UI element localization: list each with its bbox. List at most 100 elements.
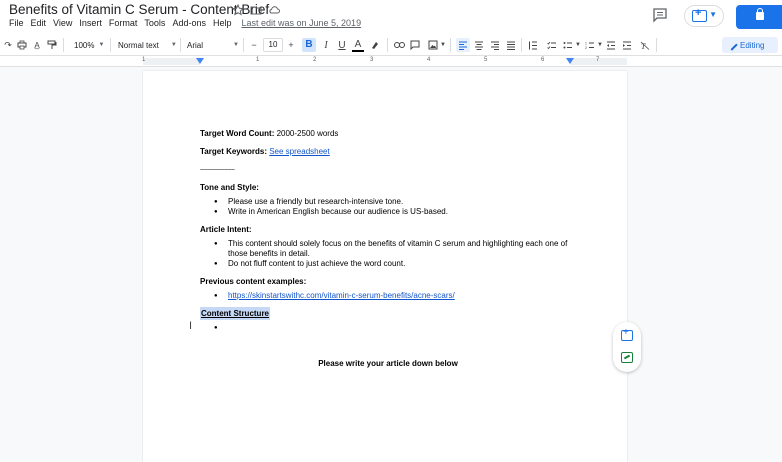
chevron-down-icon[interactable]: ▼ [597, 38, 603, 52]
chevron-down-icon: ▼ [233, 42, 239, 48]
menu-help[interactable]: Help [213, 18, 232, 28]
toolbar: ↷ A̲ 100% ▼ Normal text ▼ Arial ▼ − 10 + B … [0, 34, 782, 56]
font-value: Arial [187, 40, 204, 50]
decrease-font-size-button[interactable]: − [249, 38, 259, 52]
present-button[interactable]: ▼ [684, 5, 724, 27]
increase-indent-icon[interactable] [621, 38, 633, 52]
toolbar-divider [387, 38, 388, 52]
numbered-list-icon[interactable]: 12 [584, 38, 596, 52]
floating-actions [613, 322, 641, 372]
zoom-value: 100% [74, 40, 95, 50]
text-cursor-icon: I [189, 320, 193, 332]
spellcheck-icon[interactable]: A̲ [31, 38, 43, 52]
toolbar-divider [656, 38, 657, 52]
ruler-number: 1 [142, 57, 146, 63]
word-count-label: Target Word Count: [200, 129, 275, 138]
toolbar-divider [450, 38, 451, 52]
ruler[interactable]: 1 1 2 3 4 5 6 7 [0, 56, 782, 67]
last-edit-link[interactable]: Last edit was on June 5, 2019 [241, 18, 361, 28]
document-body[interactable]: Target Word Count: 2000-2500 words Targe… [200, 129, 580, 369]
italic-button[interactable]: I [320, 38, 332, 52]
document-title[interactable]: Benefits of Vitamin C Serum - Content Br… [9, 2, 269, 17]
share-button[interactable] [736, 5, 782, 29]
align-right-icon[interactable] [489, 38, 501, 52]
font-select[interactable]: Arial ▼ [187, 38, 239, 52]
lock-icon [756, 8, 764, 20]
menu-add-ons[interactable]: Add-ons [172, 18, 206, 28]
zoom-select[interactable]: 100% ▼ [74, 38, 104, 52]
list-item: Do not fluff content to just achieve the… [200, 259, 580, 269]
keywords-label: Target Keywords: [200, 147, 267, 156]
clear-formatting-icon[interactable]: T [639, 38, 651, 52]
svg-text:1: 1 [585, 41, 587, 45]
text-color-button[interactable]: A [352, 38, 364, 52]
chevron-down-icon[interactable]: ▼ [440, 38, 446, 52]
link-icon[interactable] [393, 38, 405, 52]
chevron-down-icon: ▼ [170, 42, 177, 48]
ruler-number: 7 [596, 57, 600, 63]
align-center-icon[interactable] [473, 38, 485, 52]
structure-heading-line: Content Structure [200, 307, 580, 320]
list-item: Write in American English because our au… [200, 207, 580, 217]
menu-tools[interactable]: Tools [144, 18, 165, 28]
ruler-left-margin [143, 58, 200, 65]
paint-format-icon[interactable] [46, 38, 58, 52]
menu-file[interactable]: File [9, 18, 24, 28]
toolbar-divider [521, 38, 522, 52]
ruler-number: 3 [370, 57, 374, 63]
editing-mode-button[interactable]: Editing [722, 37, 778, 53]
star-icon[interactable] [231, 3, 245, 16]
toolbar-divider [110, 38, 111, 52]
highlight-icon[interactable] [369, 38, 381, 52]
ruler-number: 1 [256, 57, 260, 63]
spreadsheet-link[interactable]: See spreadsheet [269, 147, 330, 156]
checklist-icon[interactable] [546, 38, 558, 52]
menu-view[interactable]: View [53, 18, 72, 28]
ruler-number: 6 [541, 57, 545, 63]
list-item: https://skinstartswithc.com/vitamin-c-se… [200, 291, 580, 301]
list-item: Please use a friendly but research-inten… [200, 197, 580, 207]
intent-list: This content should solely focus on the … [200, 239, 580, 269]
line-spacing-icon[interactable] [527, 38, 539, 52]
style-value: Normal text [118, 40, 159, 50]
document-page[interactable]: Target Word Count: 2000-2500 words Targe… [143, 71, 627, 462]
chevron-down-icon[interactable]: ▼ [575, 38, 581, 52]
ruler-number: 2 [313, 57, 317, 63]
menu-bar: File Edit View Insert Format Tools Add-o… [9, 18, 361, 28]
top-right-actions: ▼ [652, 5, 782, 29]
underline-button[interactable]: U [336, 38, 348, 52]
insert-comment-icon[interactable] [409, 38, 421, 52]
align-left-icon[interactable] [456, 38, 470, 52]
move-folder-icon[interactable] [250, 3, 262, 15]
example-link[interactable]: https://skinstartswithc.com/vitamin-c-se… [228, 291, 455, 300]
right-indent-marker[interactable] [566, 58, 574, 64]
chevron-down-icon: ▼ [709, 10, 717, 19]
insert-image-icon[interactable] [425, 38, 441, 52]
list-item: This content should solely focus on the … [200, 239, 580, 259]
justify-icon[interactable] [505, 38, 517, 52]
editing-mode-label: Editing [740, 40, 765, 50]
examples-list: https://skinstartswithc.com/vitamin-c-se… [200, 291, 580, 301]
suggest-edits-icon[interactable] [621, 352, 633, 363]
print-icon[interactable] [16, 38, 28, 52]
svg-text:2: 2 [585, 46, 587, 50]
menu-insert[interactable]: Insert [79, 18, 102, 28]
comment-history-icon[interactable] [652, 7, 668, 23]
toolbar-divider [180, 38, 181, 52]
increase-font-size-button[interactable]: + [286, 38, 296, 52]
font-size-input[interactable]: 10 [263, 38, 283, 52]
ruler-number: 5 [484, 57, 488, 63]
add-comment-icon[interactable] [621, 327, 633, 341]
present-icon [692, 7, 707, 22]
tone-list: Please use a friendly but research-inten… [200, 197, 580, 217]
decrease-indent-icon[interactable] [605, 38, 617, 52]
menu-format[interactable]: Format [109, 18, 138, 28]
paragraph-style-select[interactable]: Normal text ▼ [118, 38, 177, 52]
bold-button[interactable]: B [302, 38, 316, 52]
cloud-status-icon[interactable] [268, 3, 280, 15]
bulleted-list-icon[interactable] [562, 38, 574, 52]
title-icons [231, 3, 280, 16]
menu-edit[interactable]: Edit [31, 18, 47, 28]
left-indent-marker[interactable] [196, 58, 204, 64]
redo-icon[interactable]: ↷ [2, 38, 14, 52]
